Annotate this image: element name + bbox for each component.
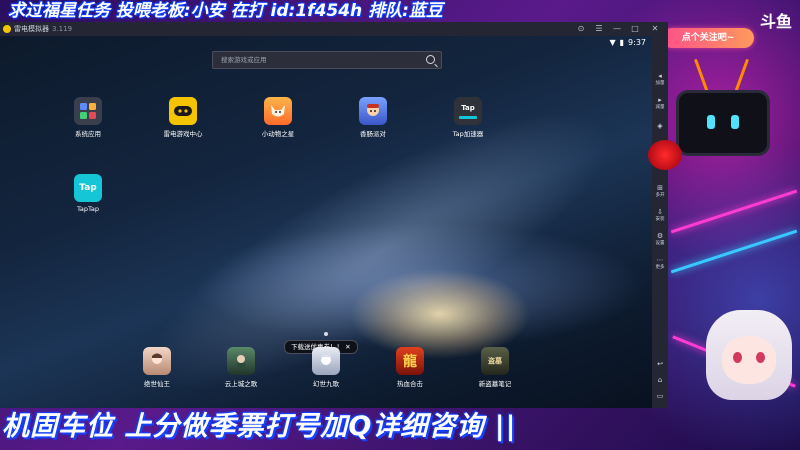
app-animal-star[interactable]: 小动物之星 xyxy=(248,97,308,138)
app-dock-item[interactable]: 龍 热血合击 xyxy=(380,347,440,388)
app-label: 小动物之星 xyxy=(261,130,295,138)
search-icon[interactable] xyxy=(426,55,435,64)
bottom-banner-text: 机固车位 上分做季票打号加Q详细咨询 || xyxy=(2,411,517,442)
taptap-icon-text: Tap xyxy=(79,183,97,193)
app-label: 新盗墓笔记 xyxy=(478,380,512,388)
app-dock-item[interactable]: 云上城之歌 xyxy=(211,347,271,388)
multi-instance-icon: ⊞ xyxy=(657,184,663,192)
app-label: 香肠派对 xyxy=(360,130,386,138)
emulator-window: 雷电模拟器 3.119 ⊙ ☰ — □ ✕ ▼ ▮ 9:37 搜索游戏或应用 系统应用… xyxy=(0,22,668,408)
game-icon: 盗墓 xyxy=(481,347,509,375)
app-tap-accelerator[interactable]: Tap Tap加速器 xyxy=(438,97,498,138)
record-icon[interactable]: ⊙ xyxy=(574,22,588,36)
page-indicator xyxy=(324,332,328,336)
app-dock-item[interactable]: 绝世仙王 xyxy=(127,347,187,388)
app-label: 雷电游戏中心 xyxy=(163,130,203,138)
minimize-button[interactable]: — xyxy=(610,22,624,36)
back-button[interactable]: ↩ xyxy=(652,360,668,368)
app-dock-item[interactable]: 幻世九歌 xyxy=(296,347,356,388)
window-title-text: 雷电模拟器 xyxy=(14,25,49,33)
game-icon xyxy=(227,347,255,375)
emulator-toolbar: ◂加量 ▸减量 ◈ ▤ ⊞多开 ⇩安装 ⚙设置 ⋯更多 ↩ ⌂ ▭ xyxy=(652,36,668,408)
vtuber-face xyxy=(722,336,776,384)
app-label: Tap加速器 xyxy=(452,130,484,138)
maximize-button[interactable]: □ xyxy=(628,22,642,36)
toolbar-label: 设置 xyxy=(655,241,665,246)
toolbar-label: 安装 xyxy=(655,217,665,222)
search-placeholder: 搜索游戏或应用 xyxy=(221,56,267,64)
ldplayer-logo-icon xyxy=(3,25,11,33)
install-button[interactable]: ⇩ 安装 xyxy=(652,208,668,222)
keymap-icon: ◈ xyxy=(657,122,663,130)
battery-icon: ▮ xyxy=(619,38,625,47)
game-icon xyxy=(312,347,340,375)
toolbar-label: 多开 xyxy=(655,193,665,198)
volume-up-button[interactable]: ◂ 加量 xyxy=(652,72,668,86)
toolbar-label: 减量 xyxy=(655,105,665,110)
game-icon xyxy=(143,347,171,375)
fox-icon xyxy=(264,97,292,125)
toolbar-label: 加量 xyxy=(655,81,665,86)
bottom-banner: 机固车位 上分做季票打号加Q详细咨询 || xyxy=(0,404,800,450)
character-icon xyxy=(359,97,387,125)
app-label: 绝世仙王 xyxy=(144,380,170,388)
keymap-button[interactable]: ◈ xyxy=(652,122,668,130)
close-button[interactable]: ✕ xyxy=(648,22,662,36)
wifi-icon: ▼ xyxy=(609,38,616,47)
platform-logo: 斗鱼 xyxy=(760,12,793,31)
rose-decoration xyxy=(648,140,682,170)
more-button[interactable]: ⋯ 更多 xyxy=(652,256,668,270)
app-label: 云上城之歌 xyxy=(224,380,258,388)
taptap-icon: Tap xyxy=(74,174,102,202)
tap-accel-stripe xyxy=(459,115,477,119)
recent-apps-icon: ▭ xyxy=(656,392,664,400)
app-taptap[interactable]: Tap TapTap xyxy=(58,174,118,213)
robot-eye xyxy=(707,115,715,129)
vtuber-eye xyxy=(756,352,765,363)
more-icon: ⋯ xyxy=(656,256,664,264)
window-title: 雷电模拟器 3.119 xyxy=(14,22,72,36)
gear-icon: ⚙ xyxy=(656,232,664,240)
folder-icon xyxy=(74,97,102,125)
app-dock-item[interactable]: 盗墓 新盗墓笔记 xyxy=(465,347,525,388)
follow-badge[interactable]: 点个关注吧~ xyxy=(662,28,754,48)
top-banner-text: 求过福星任务 投喂老板:小安 在打 id:1f454h 排队:蓝豆 xyxy=(8,1,443,21)
robot-eye xyxy=(731,115,739,129)
top-banner: 求过福星任务 投喂老板:小安 在打 id:1f454h 排队:蓝豆 xyxy=(0,0,800,22)
install-icon: ⇩ xyxy=(657,208,663,216)
recent-apps-button[interactable]: ▭ xyxy=(652,392,668,400)
title-bar: 雷电模拟器 3.119 ⊙ ☰ — □ ✕ xyxy=(0,22,668,36)
app-label: 系统应用 xyxy=(75,130,101,138)
menu-icon[interactable]: ☰ xyxy=(592,22,606,36)
app-sausage-party[interactable]: 香肠派对 xyxy=(343,97,403,138)
back-icon: ↩ xyxy=(657,360,663,368)
app-ld-game-center[interactable]: 雷电游戏中心 xyxy=(153,97,213,138)
settings-button[interactable]: ⚙ 设置 xyxy=(652,232,668,246)
volume-down-button[interactable]: ▸ 减量 xyxy=(652,96,668,110)
volume-down-icon: ▸ xyxy=(658,96,662,104)
gamepad-icon xyxy=(169,97,197,125)
dragon-icon: 龍 xyxy=(396,347,424,375)
home-icon: ⌂ xyxy=(657,376,663,384)
app-system-apps[interactable]: 系统应用 xyxy=(58,97,118,138)
vtuber-eye xyxy=(733,352,742,363)
version-text: 3.119 xyxy=(52,25,73,33)
home-button[interactable]: ⌂ xyxy=(652,376,668,384)
clock: 9:37 xyxy=(628,38,646,47)
app-label: 热血合击 xyxy=(397,380,423,388)
tap-accel-icon-text: Tap xyxy=(461,103,475,112)
android-screen: ▼ ▮ 9:37 搜索游戏或应用 系统应用 雷电游戏中心 小动物之星 香肠派对 … xyxy=(0,36,652,408)
volume-up-icon: ◂ xyxy=(658,72,662,80)
status-bar: ▼ ▮ 9:37 xyxy=(605,38,646,47)
toolbar-label: 更多 xyxy=(655,265,665,270)
tap-accel-icon: Tap xyxy=(454,97,482,125)
multi-instance-button[interactable]: ⊞ 多开 xyxy=(652,184,668,198)
app-label: 幻世九歌 xyxy=(313,380,339,388)
app-search-input[interactable]: 搜索游戏或应用 xyxy=(212,51,442,69)
robot-mascot xyxy=(676,90,770,156)
app-label: TapTap xyxy=(76,205,99,213)
